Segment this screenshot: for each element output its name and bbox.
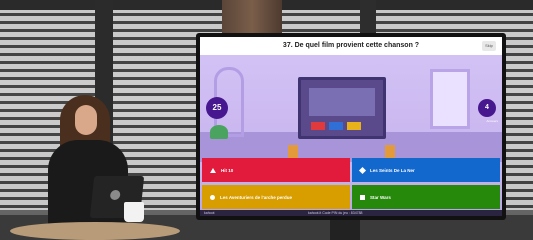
tv-monitor: 37. De quel film provient cette chanson … <box>196 33 506 220</box>
tv-stand <box>330 218 360 240</box>
game-pin: kahoot.it Code PIN du jeu : 834788 <box>308 211 363 215</box>
mini-answer-red <box>311 122 325 130</box>
answer-label: Les Seints De La Ner <box>370 167 415 173</box>
answer-yellow[interactable]: Les Aventuriers de l'arche perdue <box>202 185 350 209</box>
laptop-logo <box>109 190 121 200</box>
presenter-face <box>75 105 97 135</box>
kahoot-screen: 37. De quel film provient cette chanson … <box>200 37 502 216</box>
illustrated-tv-screen <box>309 88 375 116</box>
answer-label: Les Aventuriers de l'arche perdue <box>220 194 293 200</box>
answer-blue[interactable]: Les Seints De La Ner <box>352 158 500 182</box>
question-title: 37. De quel film provient cette chanson … <box>200 37 502 55</box>
mini-answer-yellow <box>347 122 361 130</box>
room-window <box>430 69 470 129</box>
pot-illustration <box>288 145 298 159</box>
screen-footer: kahoot kahoot.it Code PIN du jeu : 83478… <box>200 210 502 216</box>
answer-count-label: Answers <box>486 119 498 123</box>
photo-scene: 37. De quel film provient cette chanson … <box>0 0 533 240</box>
answer-label: Hit 10 <box>221 167 234 173</box>
skip-button[interactable]: Skip <box>482 41 496 51</box>
desk <box>10 222 180 240</box>
mug <box>124 202 144 222</box>
footer-brand: kahoot <box>204 211 215 215</box>
answer-label: Star Wars <box>370 194 391 200</box>
answer-grid: Hit 10 Les Seints De La Ner Les Aventuri… <box>202 158 500 210</box>
illustrated-tv <box>298 77 386 139</box>
circle-icon <box>210 194 215 200</box>
answer-red[interactable]: Hit 10 <box>202 158 350 182</box>
pot-illustration <box>385 145 395 159</box>
square-icon <box>360 194 365 200</box>
answer-green[interactable]: Star Wars <box>352 185 500 209</box>
answer-count: 4 <box>478 99 496 117</box>
triangle-icon <box>210 167 216 173</box>
mini-answer-blue <box>329 122 343 130</box>
countdown-timer: 25 <box>206 97 228 119</box>
plant-illustration <box>210 125 228 139</box>
diamond-icon <box>358 166 367 174</box>
